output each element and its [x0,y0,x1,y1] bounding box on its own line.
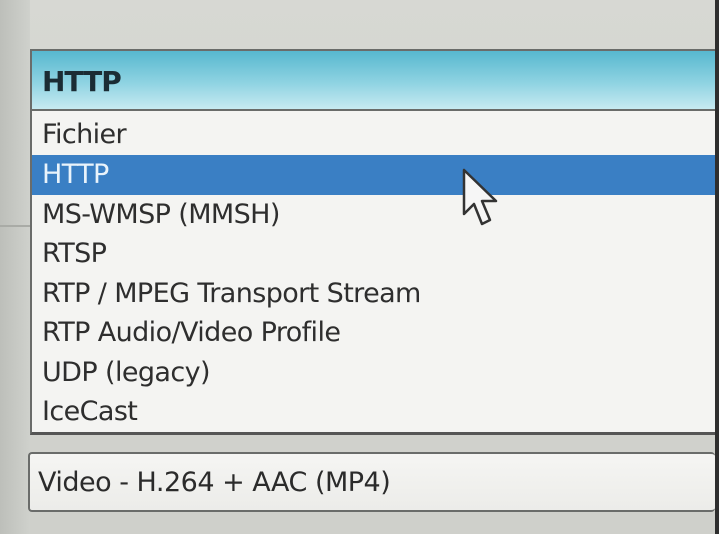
destination-combobox-value: HTTP [42,65,122,98]
profile-combobox-value: Video - H.264 + AAC (MP4) [38,467,391,498]
dropdown-option-rtp-av-profile[interactable]: RTP Audio/Video Profile [32,313,715,353]
dropdown-option-icecast[interactable]: IceCast [32,392,715,432]
window-right-edge [715,0,719,534]
mouse-pointer-icon [462,168,498,226]
window-divider [0,225,30,227]
dropdown-option-ms-wmsp[interactable]: MS-WMSP (MMSH) [32,195,715,235]
destination-combobox[interactable]: HTTP [30,49,715,111]
profile-combobox[interactable]: Video - H.264 + AAC (MP4) [28,452,715,512]
window-left-edge [0,0,30,534]
dropdown-option-fichier[interactable]: Fichier [32,115,715,155]
dropdown-option-rtsp[interactable]: RTSP [32,234,715,274]
destination-dropdown-list[interactable]: Fichier HTTP MS-WMSP (MMSH) RTSP RTP / M… [30,111,715,435]
dropdown-option-udp-legacy[interactable]: UDP (legacy) [32,353,715,393]
dropdown-option-http[interactable]: HTTP [32,155,715,195]
dropdown-option-rtp-mpeg-ts[interactable]: RTP / MPEG Transport Stream [32,274,715,314]
